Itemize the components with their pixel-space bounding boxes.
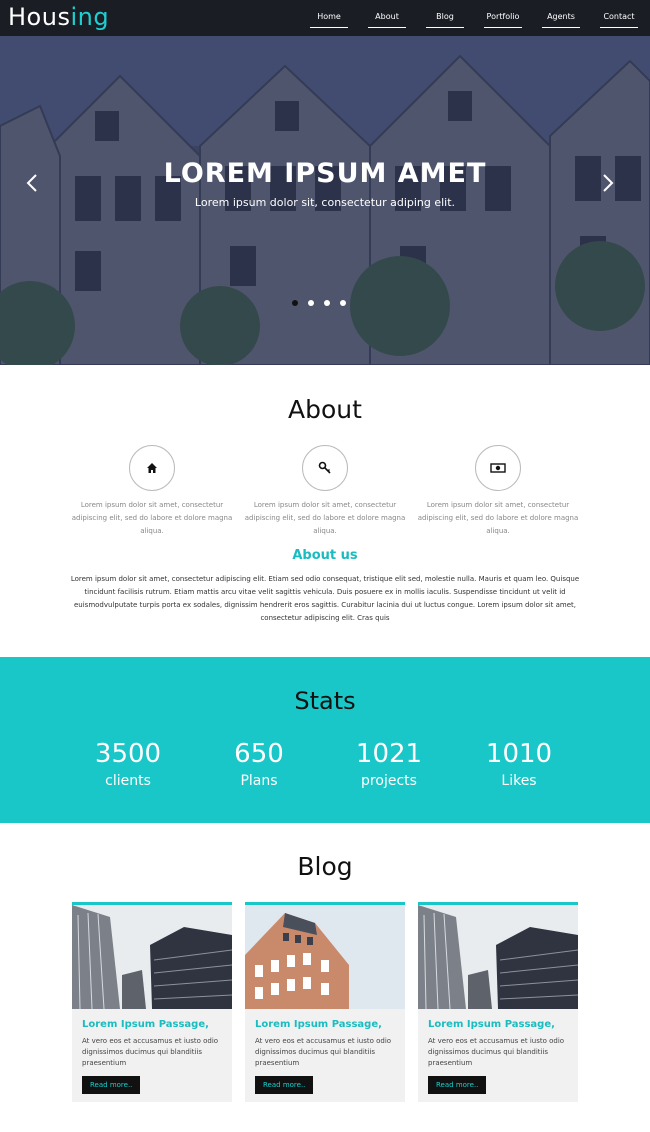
stat-label: projects	[361, 773, 417, 789]
stats-section: Stats 3500 clients 650 Plans 1021 projec…	[0, 657, 650, 823]
nav-portfolio-link[interactable]: Portfolio	[484, 8, 522, 28]
read-more-button[interactable]: Read more..	[428, 1076, 487, 1094]
hero-title: LOREM IPSUM AMET	[163, 158, 487, 189]
read-more-button[interactable]: Read more..	[255, 1076, 314, 1094]
nav-about-link[interactable]: About	[368, 8, 406, 28]
slider-dots	[292, 300, 346, 306]
glass-skyscrapers-photo	[418, 905, 578, 1009]
top-navbar: Housing Home About Blog Portfolio Agents…	[0, 0, 650, 36]
feature-text: Lorem ipsum dolor sit amet, consectetur …	[71, 501, 233, 535]
blog-card: Lorem Ipsum Passage, At vero eos et accu…	[72, 902, 232, 1102]
blog-post-excerpt: At vero eos et accusamus et iusto odio d…	[255, 1037, 392, 1067]
feature-text: Lorem ipsum dolor sit amet, consectetur …	[244, 501, 406, 535]
nav-agents-link[interactable]: Agents	[542, 8, 580, 28]
stat-label: clients	[105, 773, 151, 789]
feature-text: Lorem ipsum dolor sit amet, consectetur …	[417, 501, 579, 535]
blog-card: Lorem Ipsum Passage, At vero eos et accu…	[418, 902, 578, 1102]
blog-heading: Blog	[297, 852, 353, 881]
nav-home-link[interactable]: Home	[310, 8, 348, 28]
main-nav: Home About Blog Portfolio Agents Contact	[310, 0, 638, 36]
about-us-heading: About us	[292, 548, 358, 563]
stat-value: 1021	[355, 739, 423, 769]
nav-blog-link[interactable]: Blog	[426, 8, 464, 28]
nav-contact-link[interactable]: Contact	[600, 8, 638, 28]
stat-item: 1010 Likes	[464, 739, 574, 789]
brick-building-photo	[245, 905, 405, 1009]
site-logo[interactable]: Housing	[8, 3, 109, 31]
read-more-button[interactable]: Read more..	[82, 1076, 141, 1094]
stat-item: 3500 clients	[73, 739, 183, 789]
about-heading: About	[288, 395, 362, 424]
key-icon	[302, 445, 348, 491]
stat-label: Likes	[501, 773, 537, 789]
blog-post-excerpt: At vero eos et accusamus et iusto odio d…	[428, 1037, 565, 1067]
stats-heading: Stats	[294, 687, 356, 715]
slider-dot[interactable]	[308, 300, 314, 306]
stat-item: 1021 projects	[334, 739, 444, 789]
feature-item: Lorem ipsum dolor sit amet, consectetur …	[244, 445, 406, 538]
stat-value: 3500	[94, 739, 162, 769]
stat-value: 1010	[485, 739, 553, 769]
glass-skyscrapers-photo	[72, 905, 232, 1009]
blog-card: Lorem Ipsum Passage, At vero eos et accu…	[245, 902, 405, 1102]
hero-slider: LOREM IPSUM AMET Lorem ipsum dolor sit, …	[0, 36, 650, 365]
slider-dot[interactable]	[292, 300, 298, 306]
home-icon	[129, 445, 175, 491]
blog-post-excerpt: At vero eos et accusamus et iusto odio d…	[82, 1037, 219, 1067]
blog-post-title[interactable]: Lorem Ipsum Passage,	[428, 1019, 555, 1030]
stat-item: 650 Plans	[204, 739, 314, 789]
feature-item: Lorem ipsum dolor sit amet, consectetur …	[417, 445, 579, 538]
stat-value: 650	[234, 739, 284, 769]
logo-text: Hous	[8, 3, 71, 31]
money-icon	[475, 445, 521, 491]
blog-post-title[interactable]: Lorem Ipsum Passage,	[255, 1019, 382, 1030]
slider-dot[interactable]	[340, 300, 346, 306]
slider-dot[interactable]	[324, 300, 330, 306]
logo-accent-text: ing	[70, 3, 110, 31]
hero-subtitle: Lorem ipsum dolor sit, consectetur adipi…	[194, 196, 456, 209]
blog-post-title[interactable]: Lorem Ipsum Passage,	[82, 1019, 209, 1030]
stat-label: Plans	[240, 773, 278, 789]
about-us-paragraph: Lorem ipsum dolor sit amet, consectetur …	[70, 575, 580, 622]
feature-item: Lorem ipsum dolor sit amet, consectetur …	[71, 445, 233, 538]
